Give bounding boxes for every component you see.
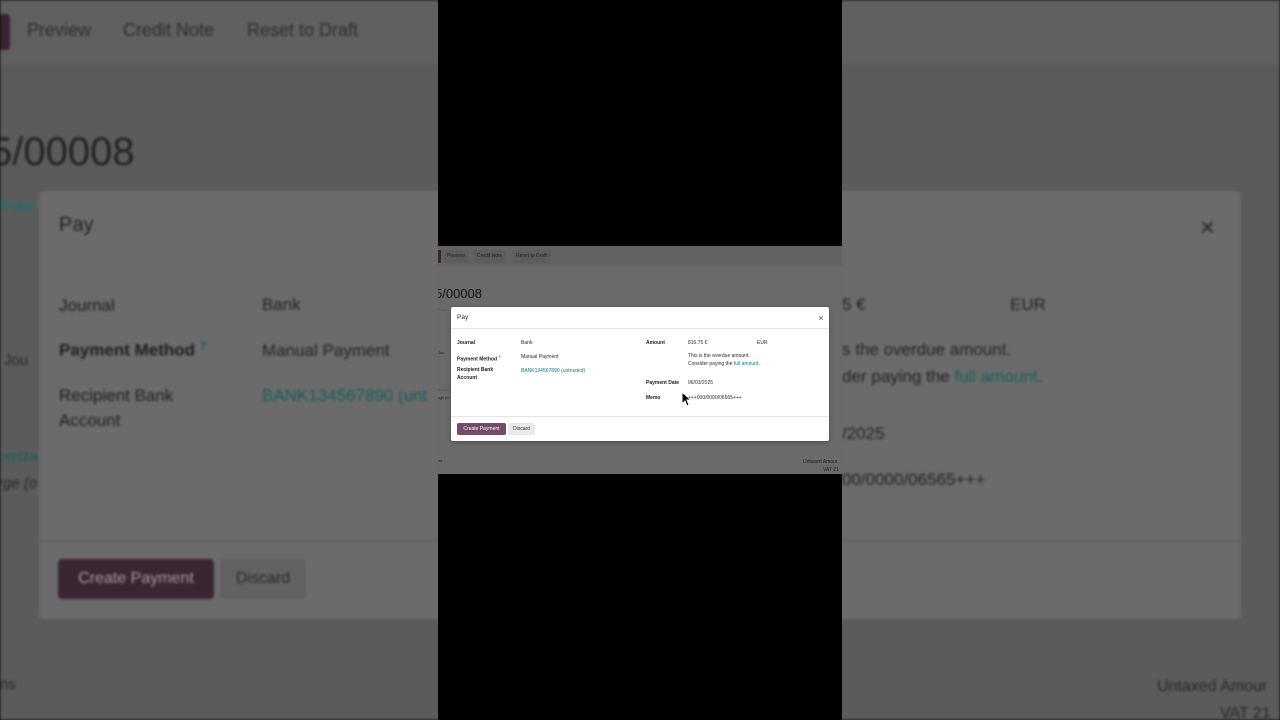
recipient-bank-account-field[interactable]: BANK134567890 (untrusted) xyxy=(521,368,585,374)
bg-discard-button: Discard xyxy=(220,559,306,599)
bg-side-rge: rge (o xyxy=(0,475,38,492)
bg-journal-value: Bank xyxy=(262,295,301,314)
amount-label: Amount xyxy=(646,340,665,346)
bg-payment-method-label: Payment Method ? xyxy=(59,340,207,360)
bg-preview-button: Preview xyxy=(27,20,92,40)
bg-untaxed: Untaxed Amour xyxy=(1157,678,1268,695)
bg-close-icon: × xyxy=(1200,212,1216,242)
bg-credit-note-button: Credit Note xyxy=(123,20,215,40)
bg-side-jou: Jou xyxy=(4,352,29,369)
bg-side-omiza: omiza xyxy=(0,448,39,465)
full-amount-link[interactable]: full amount xyxy=(734,361,758,367)
memo-field[interactable]: +++000/0000/06565+++ xyxy=(688,395,742,401)
journal-label: Journal xyxy=(457,340,476,346)
side-ns: ns xyxy=(438,458,443,463)
preview-button[interactable]: Preview xyxy=(443,250,469,263)
primary-action-button[interactable] xyxy=(438,250,441,263)
video-frame: Preview Credit Note Reset to Draft 5/000… xyxy=(0,0,1280,720)
close-icon[interactable]: × xyxy=(815,312,827,324)
bg-reset-button: Reset to Draft xyxy=(247,20,359,40)
vat-label: VAT 21 xyxy=(823,467,839,473)
mouse-cursor-icon xyxy=(681,391,691,407)
pay-dialog: Pay × Journal Bank Payment Method ? Manu… xyxy=(451,307,829,441)
discard-button[interactable]: Discard xyxy=(508,423,535,435)
customer-link[interactable]: Peter xyxy=(438,307,448,312)
untaxed-amount-label: Untaxed Amour xyxy=(803,459,838,465)
bg-consider-note: der paying the full amount. xyxy=(842,367,1043,386)
bg-date-value: /2025 xyxy=(842,424,885,443)
reset-to-draft-button[interactable]: Reset to Draft xyxy=(512,250,551,263)
bg-create-payment-button: Create Payment xyxy=(58,559,214,599)
bg-memo-value: 00/0000/06565+++ xyxy=(842,470,986,489)
bg-overdue-note: s the overdue amount. xyxy=(842,340,1012,359)
bg-customer-link: Peter xyxy=(0,198,36,215)
invoice-number: 5/00008 xyxy=(438,286,482,301)
side-jou: Jou xyxy=(438,350,445,355)
bg-recipient-label: Recipient Bank Account xyxy=(59,386,174,430)
bg-primary-button xyxy=(0,14,10,50)
bg-amount-value: 5 € xyxy=(842,295,866,314)
credit-note-button[interactable]: Credit Note xyxy=(473,250,507,263)
currency-field[interactable]: EUR xyxy=(757,340,768,346)
payment-date-field[interactable]: 06/03/2025 xyxy=(688,380,713,386)
consider-note: Consider paying the full amount. xyxy=(688,361,760,367)
bg-journal-label: Journal xyxy=(59,296,115,315)
payment-date-label: Payment Date xyxy=(646,380,680,386)
create-payment-button[interactable]: Create Payment xyxy=(457,423,506,435)
bg-payment-method-value: Manual Payment xyxy=(262,341,390,360)
side-omiza: omiza xyxy=(438,387,449,392)
bg-side-ns: ns xyxy=(0,676,16,693)
help-icon[interactable]: ? xyxy=(498,354,500,359)
bg-vat: VAT 21 xyxy=(1220,705,1271,720)
payment-method-field[interactable]: Manual Payment xyxy=(521,354,559,360)
memo-label: Memo xyxy=(646,395,661,401)
bg-recipient-value: BANK134567890 (unt xyxy=(262,386,428,405)
payment-method-label: Payment Method ? xyxy=(457,354,501,363)
dialog-title: Pay xyxy=(457,314,469,321)
dialog-header xyxy=(451,307,829,329)
dialog-footer-divider xyxy=(451,416,829,417)
bg-modal-title: Pay xyxy=(59,214,94,236)
recipient-bank-account-label: Recipient Bank Account xyxy=(457,367,494,381)
overdue-note: This is the overdue amount. xyxy=(688,353,750,359)
amount-field[interactable]: 816.75 € xyxy=(688,340,707,346)
bg-currency-value: EUR xyxy=(1010,295,1046,314)
bg-invoice-number: 5/00008 xyxy=(0,130,135,174)
journal-field[interactable]: Bank xyxy=(521,340,532,346)
side-rge: rge (o xyxy=(438,395,449,400)
